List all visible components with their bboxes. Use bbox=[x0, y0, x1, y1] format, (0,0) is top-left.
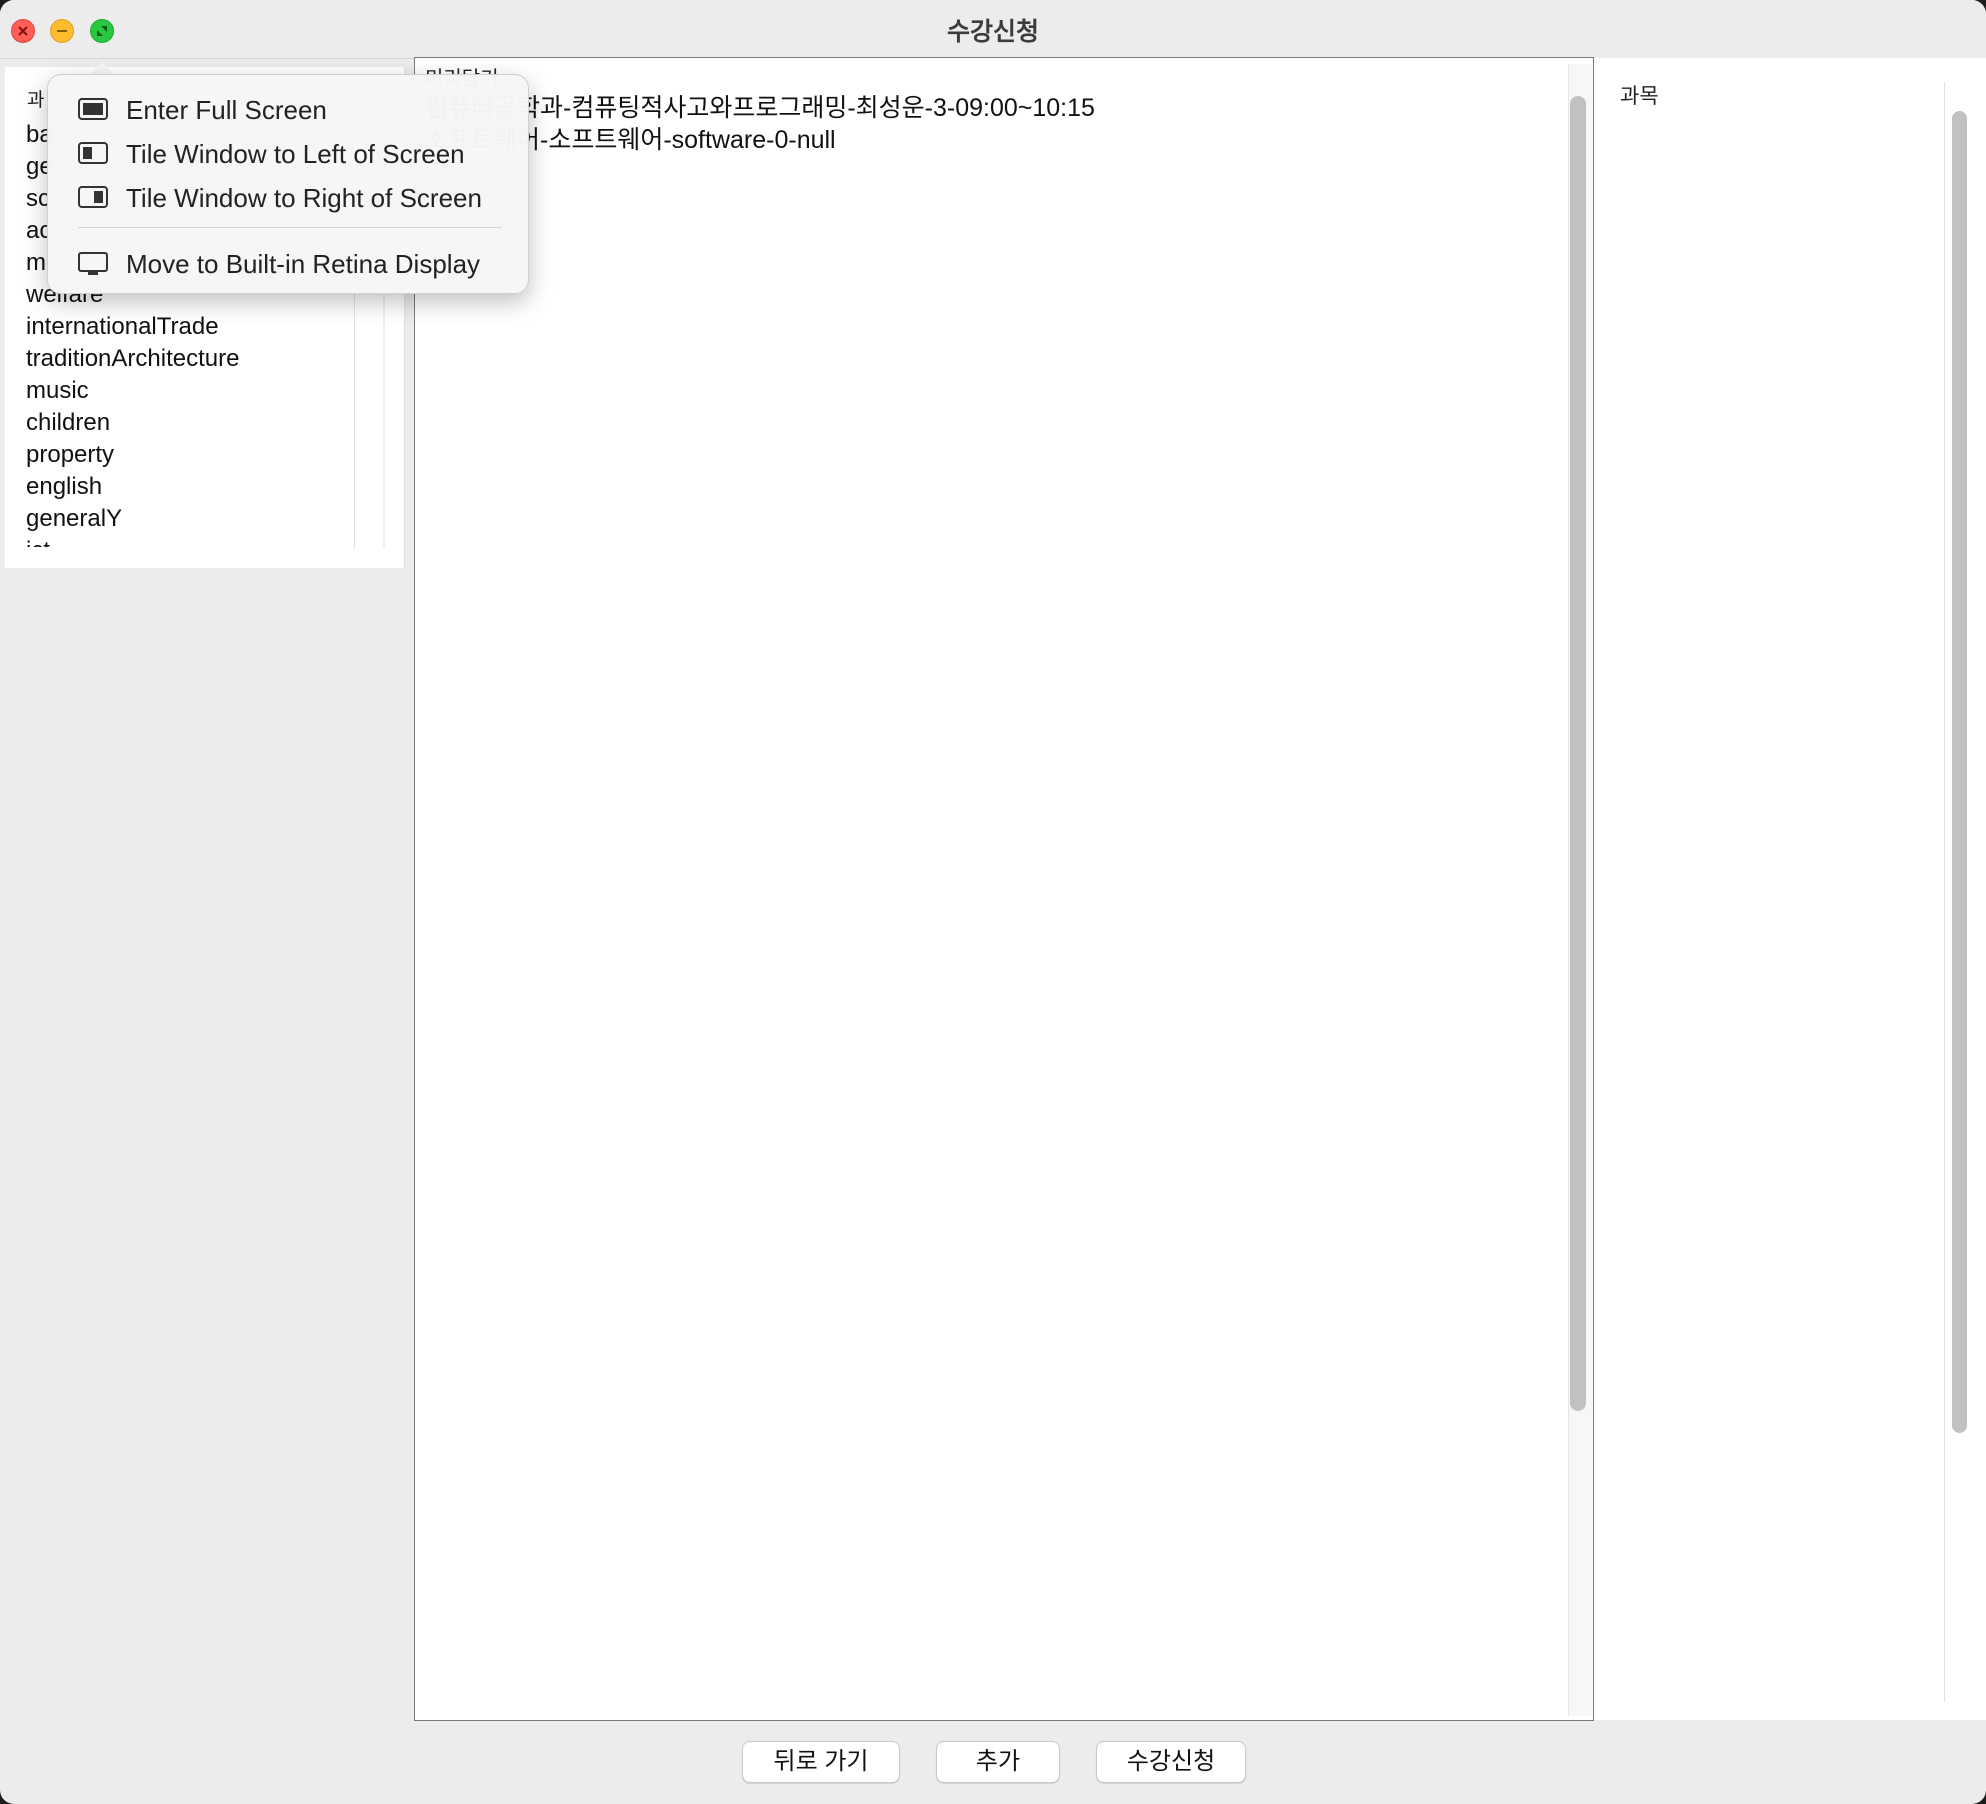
cart-line: 컴퓨터공학과-컴퓨팅적사고와프로그래밍-최성운-3-09:00~10:15 bbox=[425, 94, 1095, 122]
menu-item-label: Tile Window to Left of Screen bbox=[126, 139, 465, 169]
list-item[interactable]: traditionArchitecture bbox=[26, 343, 356, 375]
menu-item-tile-left[interactable]: Tile Window to Left of Screen bbox=[48, 133, 528, 173]
title-bar: 수강신청 bbox=[0, 0, 1986, 59]
list-item[interactable]: internationalTrade bbox=[26, 311, 356, 343]
tile-right-icon bbox=[78, 186, 108, 208]
menu-item-move-to-display[interactable]: Move to Built-in Retina Display bbox=[48, 243, 528, 283]
register-button[interactable]: 수강신청 bbox=[1096, 1741, 1246, 1783]
cart-line: 소프트웨어-소프트웨어-software-0-null bbox=[425, 126, 836, 154]
course-list-scrollbar-thumb[interactable] bbox=[1952, 111, 1967, 1433]
menu-item-label: Tile Window to Right of Screen bbox=[126, 183, 482, 213]
department-list-header: 과 bbox=[27, 90, 45, 111]
menu-item-label: Enter Full Screen bbox=[126, 95, 327, 125]
display-icon bbox=[78, 252, 108, 275]
list-item[interactable]: english bbox=[26, 471, 356, 503]
add-button[interactable]: 추가 bbox=[936, 1741, 1060, 1783]
menu-item-enter-full-screen[interactable]: Enter Full Screen bbox=[48, 89, 528, 129]
back-button[interactable]: 뒤로 가기 bbox=[742, 1741, 900, 1783]
full-screen-icon bbox=[78, 98, 108, 120]
tile-left-icon bbox=[78, 142, 108, 164]
list-item[interactable]: music bbox=[26, 375, 356, 407]
menu-item-tile-right[interactable]: Tile Window to Right of Screen bbox=[48, 177, 528, 217]
menu-separator bbox=[78, 227, 502, 228]
cart-panel: 미리담기 컴퓨터공학과-컴퓨팅적사고와프로그래밍-최성운-3-09:00~10:… bbox=[414, 57, 1594, 1721]
list-item[interactable]: children bbox=[26, 407, 356, 439]
list-item[interactable]: ict bbox=[26, 535, 356, 547]
window-title: 수강신청 bbox=[946, 18, 1039, 46]
cart-scrollbar-thumb[interactable] bbox=[1570, 96, 1586, 1411]
course-list-panel: 과목 bbox=[1594, 58, 1986, 1720]
cart-text-area[interactable]: 컴퓨터공학과-컴퓨팅적사고와프로그래밍-최성운-3-09:00~10:15 소프트… bbox=[425, 92, 1565, 156]
window-tiling-menu: Enter Full Screen Tile Window to Left of… bbox=[47, 74, 529, 294]
course-list-divider bbox=[1944, 82, 1945, 1702]
course-list-header: 과목 bbox=[1620, 85, 1659, 108]
list-item[interactable]: property bbox=[26, 439, 356, 471]
list-item[interactable]: generalY bbox=[26, 503, 356, 535]
menu-item-label: Move to Built-in Retina Display bbox=[126, 249, 481, 279]
app-window: 수강신청 과 ba ge sc ac m welfare internation… bbox=[0, 0, 1986, 1804]
